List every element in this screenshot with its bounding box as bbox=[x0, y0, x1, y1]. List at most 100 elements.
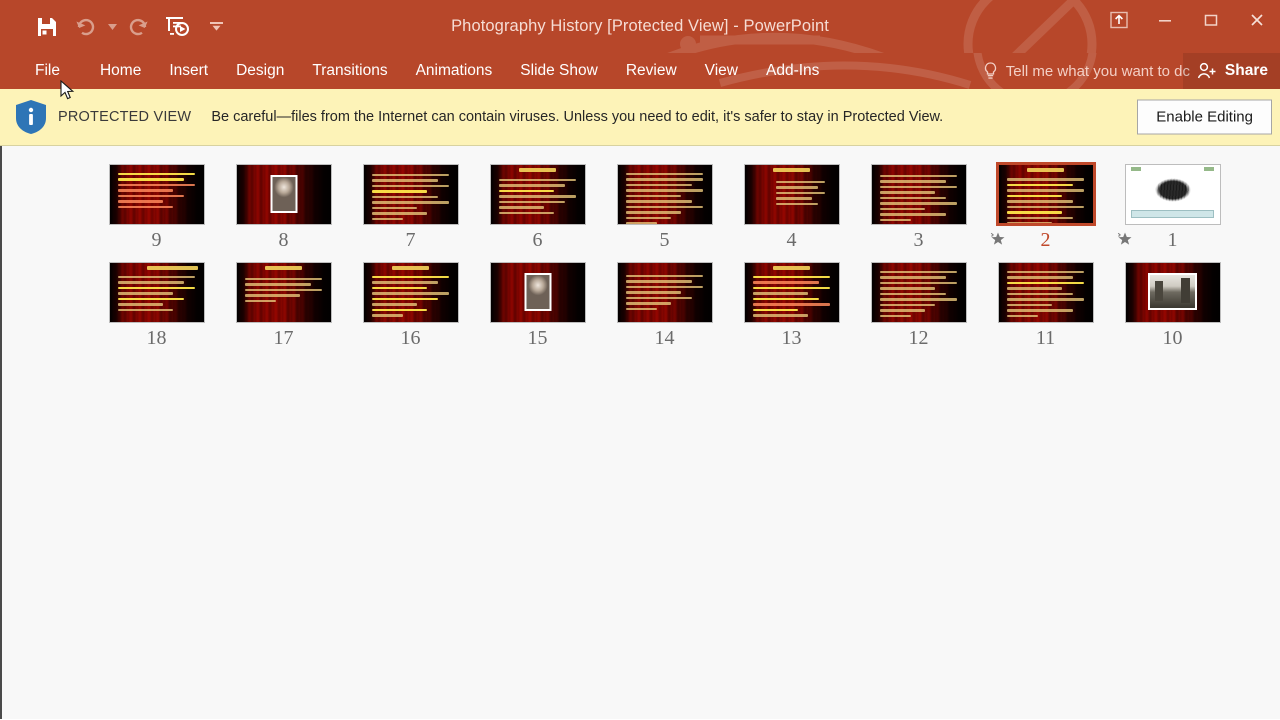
slide-number: 5 bbox=[659, 229, 670, 251]
slide-cell[interactable]: 1 bbox=[1109, 162, 1236, 254]
slide-cell[interactable]: 2 bbox=[982, 162, 1109, 254]
slide-number: 14 bbox=[654, 327, 675, 349]
slide-cell[interactable]: 12 bbox=[855, 260, 982, 352]
animation-star-icon[interactable] bbox=[990, 231, 1006, 252]
undo-icon[interactable] bbox=[66, 7, 104, 47]
slide-cell[interactable]: 9 bbox=[93, 162, 220, 254]
slide-meta: 12 bbox=[855, 324, 982, 352]
slide-thumbnail-wrap[interactable] bbox=[361, 260, 461, 324]
slide-cell[interactable]: 16 bbox=[347, 260, 474, 352]
slide-title-text bbox=[391, 265, 430, 270]
slide-cell[interactable]: 8 bbox=[220, 162, 347, 254]
slide-thumbnail-wrap[interactable] bbox=[996, 260, 1096, 324]
slide-thumbnail-wrap[interactable] bbox=[615, 162, 715, 226]
tell-me-search[interactable]: Tell me what you want to dc bbox=[983, 53, 1190, 89]
save-icon[interactable] bbox=[28, 7, 66, 47]
slide-title-text bbox=[1026, 168, 1065, 172]
slide-thumbnail[interactable] bbox=[362, 163, 459, 225]
slide-sorter-view[interactable]: 1 2 3 4 5 6 7 8 9 10 11 12 13 14 15 16 1… bbox=[0, 146, 1280, 719]
slide-thumbnail-wrap[interactable] bbox=[1123, 260, 1223, 324]
slide-thumbnail-wrap[interactable] bbox=[995, 162, 1096, 226]
slide-cell[interactable]: 3 bbox=[855, 162, 982, 254]
ribbon-tab-bar: File Home Insert Design Transitions Anim… bbox=[0, 53, 1280, 89]
slide-thumbnail-wrap[interactable] bbox=[869, 260, 969, 324]
slide-thumbnail-wrap[interactable] bbox=[1123, 162, 1223, 226]
animation-star-icon[interactable] bbox=[1117, 231, 1133, 252]
tab-animations[interactable]: Animations bbox=[402, 53, 507, 89]
slide-thumbnail[interactable] bbox=[870, 163, 967, 225]
slide-thumbnail-wrap[interactable] bbox=[361, 162, 461, 226]
close-icon[interactable] bbox=[1234, 0, 1280, 40]
tab-transitions[interactable]: Transitions bbox=[298, 53, 401, 89]
slide-thumbnail[interactable] bbox=[743, 261, 840, 323]
slide-thumbnail[interactable] bbox=[108, 261, 205, 323]
enable-editing-button[interactable]: Enable Editing bbox=[1137, 99, 1272, 135]
redo-icon[interactable] bbox=[120, 7, 158, 47]
slide-row: 10 11 12 13 14 15 16 17 18 bbox=[2, 260, 1280, 352]
slide-thumbnail-wrap[interactable] bbox=[488, 260, 588, 324]
slide-cell[interactable]: 6 bbox=[474, 162, 601, 254]
tab-view[interactable]: View bbox=[691, 53, 752, 89]
share-button[interactable]: Share bbox=[1182, 53, 1280, 89]
slide-thumbnail[interactable] bbox=[235, 261, 332, 323]
slide-cell[interactable]: 4 bbox=[728, 162, 855, 254]
slide-thumbnail[interactable] bbox=[870, 261, 967, 323]
slide-thumbnail-selected[interactable] bbox=[995, 162, 1096, 226]
slide-thumbnail-wrap[interactable] bbox=[107, 260, 207, 324]
slide-thumbnail[interactable] bbox=[362, 261, 459, 323]
tab-slide-show[interactable]: Slide Show bbox=[506, 53, 612, 89]
slide-thumbnail[interactable] bbox=[616, 261, 713, 323]
tab-design[interactable]: Design bbox=[222, 53, 298, 89]
undo-dropdown-icon[interactable] bbox=[104, 7, 120, 47]
tab-home[interactable]: Home bbox=[86, 53, 155, 89]
slide-meta: 15 bbox=[474, 324, 601, 352]
restore-icon[interactable] bbox=[1188, 0, 1234, 40]
slide-thumbnail-wrap[interactable] bbox=[107, 162, 207, 226]
slide-thumbnail-wrap[interactable] bbox=[615, 260, 715, 324]
slide-thumbnail[interactable] bbox=[489, 261, 586, 323]
slide-cell[interactable]: 17 bbox=[220, 260, 347, 352]
slide-cell[interactable]: 11 bbox=[982, 260, 1109, 352]
ribbon-display-options-icon[interactable] bbox=[1096, 0, 1142, 40]
slide-meta: 8 bbox=[220, 226, 347, 254]
slide-thumbnail[interactable] bbox=[1124, 261, 1221, 323]
slide-thumbnail-wrap[interactable] bbox=[869, 162, 969, 226]
slide-number: 2 bbox=[1040, 229, 1051, 251]
tab-review[interactable]: Review bbox=[612, 53, 691, 89]
slide-meta: 17 bbox=[220, 324, 347, 352]
minimize-icon[interactable] bbox=[1142, 0, 1188, 40]
slide-thumbnail[interactable] bbox=[108, 163, 205, 225]
slide-thumbnail-wrap[interactable] bbox=[234, 260, 334, 324]
slide-thumbnail[interactable] bbox=[235, 163, 332, 225]
slide-cell[interactable]: 15 bbox=[474, 260, 601, 352]
slide-cell[interactable]: 7 bbox=[347, 162, 474, 254]
slide-thumbnail[interactable] bbox=[489, 163, 586, 225]
tab-insert[interactable]: Insert bbox=[155, 53, 222, 89]
slide-meta: 14 bbox=[601, 324, 728, 352]
slide-cell[interactable]: 5 bbox=[601, 162, 728, 254]
slide-number: 13 bbox=[781, 327, 802, 349]
slide-body-text bbox=[371, 275, 450, 320]
slide-thumbnail-wrap[interactable] bbox=[488, 162, 588, 226]
slide-thumbnail-wrap[interactable] bbox=[742, 162, 842, 226]
start-from-beginning-icon[interactable] bbox=[158, 7, 196, 47]
slide-cell[interactable]: 13 bbox=[728, 260, 855, 352]
slide-cell[interactable]: 10 bbox=[1109, 260, 1236, 352]
slide-meta: 13 bbox=[728, 324, 855, 352]
slide-thumbnail[interactable] bbox=[1124, 163, 1221, 225]
slide-portrait-photo bbox=[524, 273, 551, 311]
slide-thumbnail-wrap[interactable] bbox=[234, 162, 334, 226]
slide-corner-mark bbox=[1131, 167, 1142, 172]
slide-thumbnail[interactable] bbox=[743, 163, 840, 225]
slide-thumbnail[interactable] bbox=[616, 163, 713, 225]
slide-thumbnail-wrap[interactable] bbox=[742, 260, 842, 324]
slide-cell[interactable]: 18 bbox=[93, 260, 220, 352]
slide-thumbnail[interactable] bbox=[997, 261, 1094, 323]
tab-add-ins[interactable]: Add-Ins bbox=[752, 53, 833, 89]
title-bar: Photography History [Protected View] - P… bbox=[0, 0, 1280, 53]
slide-number: 18 bbox=[146, 327, 167, 349]
slide-number: 12 bbox=[908, 327, 929, 349]
slide-number: 16 bbox=[400, 327, 421, 349]
customize-quick-access-toolbar-icon[interactable] bbox=[196, 7, 236, 47]
slide-cell[interactable]: 14 bbox=[601, 260, 728, 352]
